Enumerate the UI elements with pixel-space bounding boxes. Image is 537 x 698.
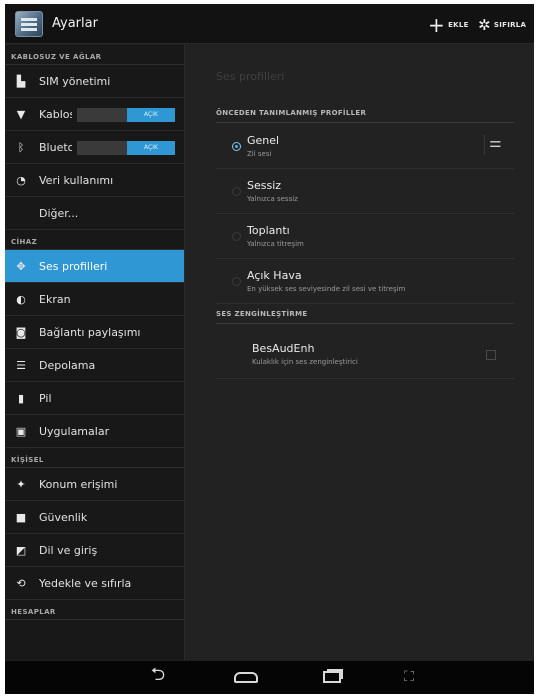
profile-description: Zil sesi [247, 150, 272, 158]
radio-button[interactable] [232, 277, 241, 286]
sidebar-item-apps[interactable]: ▣ Uygulamalar [5, 415, 184, 448]
sidebar-item-sim[interactable]: ▙ SIM yönetimi [5, 65, 184, 98]
settings-app-icon[interactable] [15, 11, 43, 37]
sound-enhancement-header: SES ZENGİNLEŞTİRME [216, 306, 514, 324]
sidebar-item-label: Depolama [39, 358, 96, 372]
action-bar: Ayarlar + EKLE ✲ SIFIRLA [5, 4, 534, 44]
wifi-icon: ▼ [16, 107, 26, 121]
language-icon: ◩ [15, 543, 27, 557]
sidebar-item-display[interactable]: ◐ Ekran [5, 283, 184, 316]
sidebar-item-backup[interactable]: ⟲ Yedekle ve sıfırla [5, 567, 184, 600]
sidebar-item-label: Ekran [39, 292, 71, 306]
sidebar-item-storage[interactable]: ☰ Depolama [5, 349, 184, 382]
sidebar-item-battery[interactable]: ▮ Pil [5, 382, 184, 415]
profile-name: Açık Hava [247, 269, 302, 282]
navigation-bar: ⮌ ⛶ [5, 661, 534, 694]
sidebar-item-label: Bağlantı paylaşımı [39, 325, 141, 339]
add-button[interactable]: + EKLE [428, 14, 469, 36]
audio-enhancement-item[interactable]: BesAudEnh Kulaklık için ses zenginleştir… [216, 335, 514, 379]
sidebar-item-bluetooth[interactable]: ᛒ Bluetooth AÇIK [5, 131, 184, 164]
sidebar-item-label: Bluetooth [39, 140, 72, 154]
profile-silent[interactable]: Sessiz Yalnızca sessiz [216, 170, 514, 214]
profile-description: En yüksek ses seviyesinde zil sesi ve ti… [247, 285, 406, 293]
page-title: Ses profilleri [216, 70, 285, 83]
section-accounts: HESAPLAR [5, 600, 184, 620]
data-usage-icon: ◔ [16, 173, 26, 187]
sidebar-item-security[interactable]: ■ Güvenlik [5, 501, 184, 534]
sidebar-item-label: Ses profilleri [39, 259, 108, 273]
screenshot-icon[interactable]: ⛶ [394, 667, 424, 687]
equalizer-icon[interactable]: ⚌ [484, 135, 504, 155]
sidebar-item-data-usage[interactable]: ◔ Veri kullanımı [5, 164, 184, 197]
sound-profiles-panel: Ses profilleri ÖNCEDEN TANIMLANMIŞ PROFİ… [186, 45, 534, 660]
predefined-profiles-header: ÖNCEDEN TANIMLANMIŞ PROFİLLER [216, 105, 514, 123]
sidebar-item-label: SIM yönetimi [39, 74, 111, 88]
sidebar-item-sound-profiles[interactable]: ✥ Ses profilleri [5, 250, 184, 283]
storage-icon: ☰ [16, 358, 26, 372]
sidebar-item-label: Güvenlik [39, 510, 88, 524]
battery-icon: ▮ [17, 391, 25, 405]
backup-icon: ⟲ [16, 576, 26, 590]
recent-apps-icon[interactable] [317, 667, 347, 687]
wifi-toggle-state: AÇIK [127, 108, 175, 122]
profile-name: Sessiz [247, 179, 282, 192]
bluetooth-toggle[interactable]: AÇIK [77, 141, 175, 155]
sidebar-item-label: Dil ve giriş [39, 543, 98, 557]
gear-icon: ✲ [478, 15, 491, 34]
profile-description: Yalnızca sessiz [247, 195, 298, 203]
plus-icon: + [428, 13, 446, 37]
sim-card-icon: ▙ [16, 74, 26, 88]
sidebar-item-wifi[interactable]: ▼ Kablosuz AÇIK [5, 98, 184, 131]
profile-description: Yalnızca titreşim [247, 240, 304, 248]
sidebar-item-more[interactable]: Diğer... [5, 197, 184, 230]
enhancement-title: BesAudEnh [252, 342, 315, 355]
sidebar-item-label: Uygulamalar [39, 424, 110, 438]
reset-button-label: SIFIRLA [493, 21, 527, 29]
app-title: Ayarlar [52, 16, 98, 31]
profile-name: Toplantı [247, 224, 290, 237]
back-icon[interactable]: ⮌ [143, 664, 173, 687]
sidebar-item-label: Yedekle ve sıfırla [39, 576, 132, 590]
section-personal: KİŞİSEL [5, 448, 184, 468]
display-icon: ◐ [16, 292, 26, 306]
profile-outdoor[interactable]: Açık Hava En yüksek ses seviyesinde zil … [216, 260, 514, 304]
section-device: CİHAZ [5, 230, 184, 250]
tethering-icon: ◙ [15, 325, 27, 339]
bluetooth-icon: ᛒ [17, 140, 25, 154]
bluetooth-toggle-state: AÇIK [127, 141, 175, 155]
sidebar-item-label: Veri kullanımı [39, 173, 114, 187]
sidebar-item-label: Konum erişimi [39, 477, 118, 491]
section-wireless: KABLOSUZ VE AĞLAR [5, 45, 184, 65]
add-button-label: EKLE [448, 21, 469, 29]
profile-meeting[interactable]: Toplantı Yalnızca titreşim [216, 215, 514, 259]
sidebar-item-language[interactable]: ◩ Dil ve giriş [5, 534, 184, 567]
radio-button-selected[interactable] [232, 142, 241, 151]
location-icon: ✦ [16, 477, 26, 491]
sidebar-item-label: Kablosuz [39, 107, 72, 121]
settings-screen: Ayarlar + EKLE ✲ SIFIRLA KABLOSUZ VE AĞL… [5, 4, 534, 694]
profile-name: Genel [247, 134, 280, 147]
apps-icon: ▣ [15, 424, 27, 438]
profile-general[interactable]: Genel Zil sesi ⚌ [216, 125, 514, 169]
reset-button[interactable]: ✲ SIFIRLA [478, 14, 526, 36]
sidebar-item-label: Pil [39, 391, 52, 405]
radio-button[interactable] [232, 187, 241, 196]
enhancement-description: Kulaklık için ses zenginleştirici [252, 358, 358, 366]
home-icon[interactable] [231, 667, 261, 687]
settings-sidebar: KABLOSUZ VE AĞLAR ▙ SIM yönetimi ▼ Kablo… [5, 45, 185, 660]
sound-profile-icon: ✥ [16, 259, 26, 273]
sidebar-item-location[interactable]: ✦ Konum erişimi [5, 468, 184, 501]
wifi-toggle[interactable]: AÇIK [77, 108, 175, 122]
lock-icon: ■ [15, 510, 27, 524]
radio-button[interactable] [232, 232, 241, 241]
sidebar-item-tethering[interactable]: ◙ Bağlantı paylaşımı [5, 316, 184, 349]
enhancement-checkbox[interactable] [486, 350, 496, 360]
sidebar-item-label: Diğer... [39, 206, 79, 220]
